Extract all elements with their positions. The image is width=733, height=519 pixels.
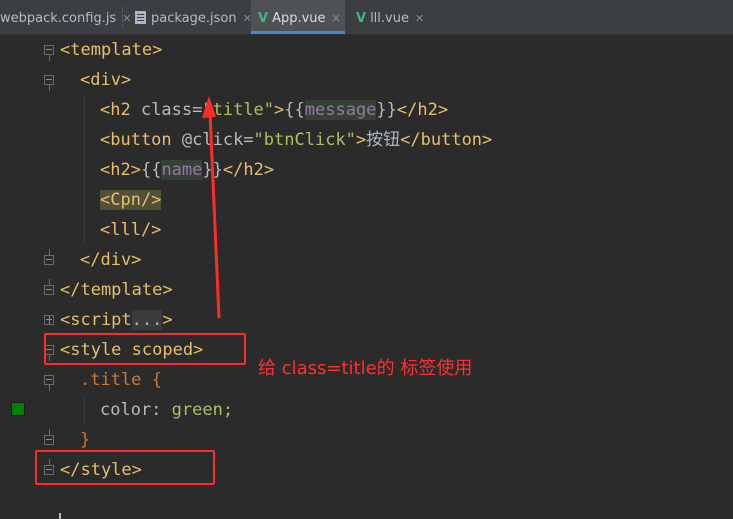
annotation-text: 给 class=title的 标签使用 (258, 358, 473, 379)
arrow-annotation-icon (202, 96, 221, 319)
